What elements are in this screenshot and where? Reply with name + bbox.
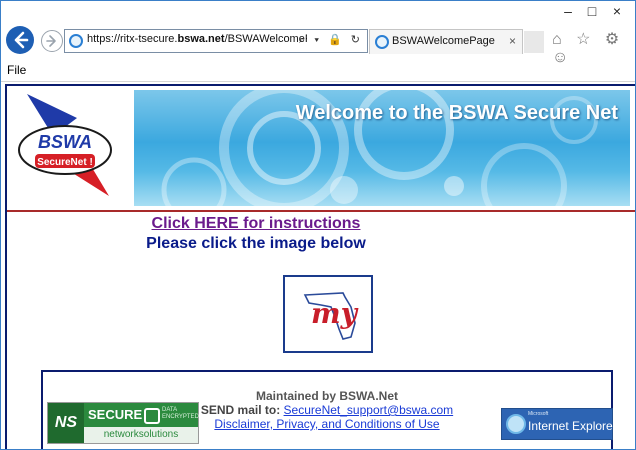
navigation-bar: https://ritx-tsecure.bswa.net/BSWAWelcom… (1, 21, 635, 66)
menu-bar: File (1, 59, 635, 82)
minimize-button[interactable]: – (555, 3, 581, 19)
logo-text-bswa: BSWA (38, 132, 92, 152)
internet-explorer-badge[interactable]: Microsoft Internet Explorer (501, 408, 617, 440)
logo-text-securenet: SecureNet ! (37, 157, 93, 168)
ie-microsoft-label: Microsoft (528, 411, 549, 417)
tab-label: BSWAWelcomePage (392, 35, 495, 47)
ie-logo-icon (506, 414, 526, 434)
myflorida-image-button[interactable]: my (283, 275, 373, 353)
bswa-logo-graphic: BSWA SecureNet ! (18, 94, 112, 196)
ie-tab-icon (375, 35, 389, 49)
click-prompt: Please click the image below (146, 235, 366, 252)
bswa-logo: BSWA SecureNet ! (13, 92, 125, 206)
footer: NS SECURE DATA ENCRYPTED networksolutions… (41, 370, 617, 449)
address-controls[interactable]: ⌕ ▾ 🔒 ↻ (299, 33, 363, 47)
instructions-link[interactable]: Click HERE for instructions (7, 215, 505, 233)
title-bar: – □ × (1, 1, 635, 21)
address-url[interactable]: https://ritx-tsecure.bswa.net/BSWAWelcom… (87, 33, 307, 45)
forward-button[interactable] (41, 30, 63, 52)
myflorida-logo: my (303, 292, 359, 340)
banner: BSWA SecureNet ! Welcome to the BSWA Sec… (7, 86, 635, 210)
divider (7, 210, 635, 212)
support-email-link[interactable]: SecureNet_support@bswa.com (284, 403, 454, 417)
browser-window: – □ × https://ritx-tsecure.bswa.net/BSWA… (0, 0, 636, 450)
new-tab-button[interactable] (524, 31, 544, 53)
maximize-button[interactable]: □ (579, 3, 605, 19)
tab-close-icon[interactable]: × (509, 34, 516, 48)
forward-arrow-icon (46, 35, 56, 47)
menu-file[interactable]: File (7, 63, 26, 77)
maintained-by: Maintained by BSWA.Net (255, 389, 398, 403)
myflorida-text: my (311, 297, 359, 330)
ie-page-icon (69, 34, 83, 48)
hero-banner: Welcome to the BSWA Secure Net (134, 90, 630, 206)
close-window-button[interactable]: × (604, 3, 630, 19)
back-arrow-icon (14, 31, 29, 49)
send-mail-label: SEND mail to: (200, 403, 281, 417)
tab-bswa-welcome[interactable]: BSWAWelcomePage × (369, 29, 523, 54)
page-content: BSWA SecureNet ! Welcome to the BSWA Sec… (5, 84, 635, 449)
banner-title: Welcome to the BSWA Secure Net (295, 102, 618, 124)
back-button[interactable] (6, 26, 34, 54)
address-bar[interactable]: https://ritx-tsecure.bswa.net/BSWAWelcom… (64, 29, 368, 53)
ie-label: Internet Explorer (528, 419, 617, 433)
